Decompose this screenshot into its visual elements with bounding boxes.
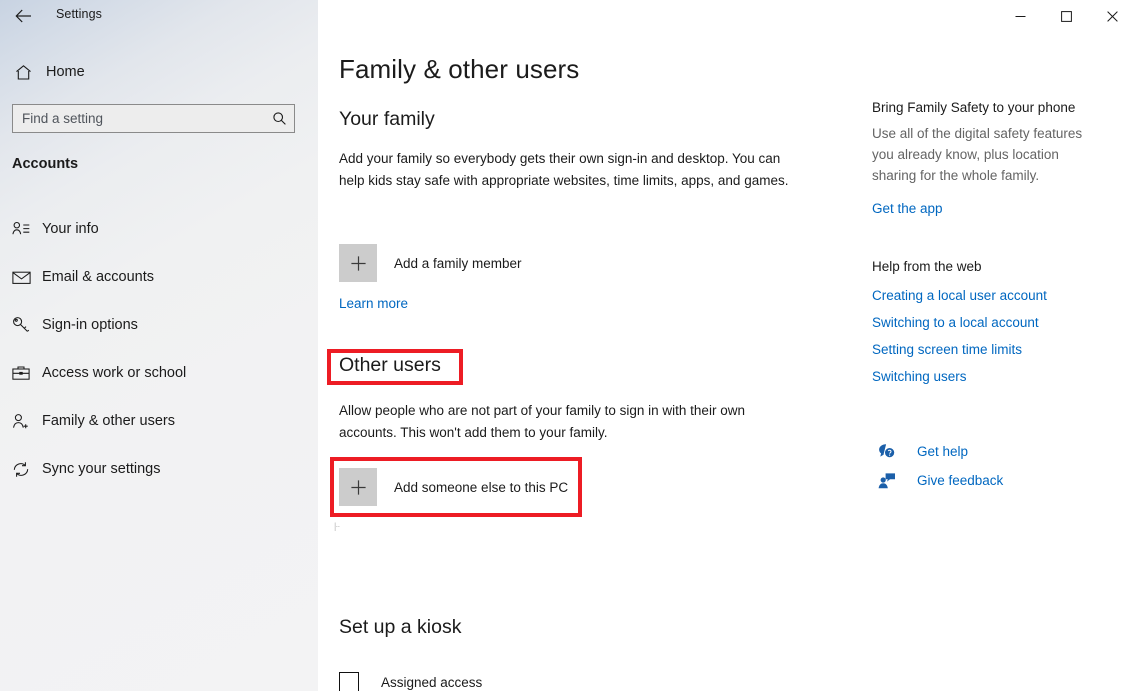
help-link[interactable]: Setting screen time limits xyxy=(872,336,1047,363)
your-family-description: Add your family so everybody gets their … xyxy=(339,151,789,188)
help-block: Help from the web Creating a local user … xyxy=(872,259,1047,390)
promo-heading: Bring Family Safety to your phone xyxy=(872,100,1076,115)
sidebar-item-label: Sync your settings xyxy=(42,461,161,477)
promo-body: Use all of the digital safety features y… xyxy=(872,126,1083,183)
sync-icon xyxy=(0,461,42,478)
help-bubble-icon xyxy=(872,443,902,460)
home-icon xyxy=(0,64,46,81)
give-feedback-row[interactable]: Give feedback xyxy=(872,466,1003,495)
plus-icon xyxy=(339,244,377,282)
sidebar-item-family-other-users[interactable]: Family & other users xyxy=(0,397,318,445)
learn-more-link[interactable]: Learn more xyxy=(339,296,408,311)
sidebar-item-label: Sign-in options xyxy=(42,317,138,333)
search-input[interactable] xyxy=(13,111,264,126)
promo-block: Bring Family Safety to your phone Use al… xyxy=(872,100,1098,222)
sidebar-item-email-accounts[interactable]: Email & accounts xyxy=(0,253,318,301)
person-list-icon xyxy=(0,221,42,237)
assigned-access-label: Assigned access xyxy=(381,674,483,690)
page-title: Family & other users xyxy=(339,54,580,84)
settings-window: Home Accounts xyxy=(0,0,1135,691)
help-link[interactable]: Switching users xyxy=(872,363,1047,390)
close-button[interactable] xyxy=(1089,0,1135,32)
minimize-button[interactable] xyxy=(997,0,1043,32)
help-link[interactable]: Creating a local user account xyxy=(872,282,1047,309)
add-family-member-button[interactable]: Add a family member xyxy=(339,244,522,282)
title-bar: Settings xyxy=(0,0,1135,32)
search-box[interactable] xyxy=(12,104,295,133)
sidebar-item-label: Email & accounts xyxy=(42,269,155,285)
get-help-label: Get help xyxy=(917,444,969,459)
help-link[interactable]: Switching to a local account xyxy=(872,309,1047,336)
sidebar-section-heading: Accounts xyxy=(12,156,79,172)
maximize-button[interactable] xyxy=(1043,0,1089,32)
get-the-app-link[interactable]: Get the app xyxy=(872,195,1098,222)
kiosk-heading: Set up a kiosk xyxy=(339,616,462,638)
sidebar-item-sign-in-options[interactable]: Sign-in options xyxy=(0,301,318,349)
sidebar-item-access-work-or-school[interactable]: Access work or school xyxy=(0,349,318,397)
sidebar-item-label: Family & other users xyxy=(42,413,175,429)
person-plus-icon xyxy=(0,413,42,430)
main-content: Family & other users Your family Add you… xyxy=(318,32,1135,691)
support-block: Get help Give feedback xyxy=(872,437,1003,495)
other-users-description: Allow people who are not part of your fa… xyxy=(339,403,745,440)
window-controls xyxy=(997,0,1135,32)
help-heading: Help from the web xyxy=(872,259,982,274)
your-family-heading: Your family xyxy=(339,108,435,130)
sidebar-item-label: Your info xyxy=(42,221,99,237)
search-icon[interactable] xyxy=(264,111,294,126)
sidebar-nav: Your info Email & accounts Sign-in optio… xyxy=(0,205,318,493)
key-icon xyxy=(0,316,42,334)
add-family-member-label: Add a family member xyxy=(394,255,522,271)
sidebar-item-your-info[interactable]: Your info xyxy=(0,205,318,253)
sidebar-home-label: Home xyxy=(46,64,85,80)
feedback-person-icon xyxy=(872,472,902,489)
add-someone-else-button[interactable]: Add someone else to this PC xyxy=(339,468,568,506)
assigned-access-checkbox[interactable] xyxy=(339,672,359,691)
sidebar-item-label: Access work or school xyxy=(42,365,187,381)
add-someone-else-label: Add someone else to this PC xyxy=(394,479,569,495)
briefcase-icon xyxy=(0,365,42,381)
plus-icon xyxy=(339,468,377,506)
help-links: Creating a local user account Switching … xyxy=(872,282,1047,390)
get-help-row[interactable]: Get help xyxy=(872,437,1003,466)
sidebar-item-sync-your-settings[interactable]: Sync your settings xyxy=(0,445,318,493)
other-users-heading: Other users xyxy=(339,354,441,376)
give-feedback-label: Give feedback xyxy=(917,473,1004,488)
assigned-access-row[interactable]: Assigned access xyxy=(339,672,482,691)
sidebar: Home Accounts xyxy=(0,0,318,691)
envelope-icon xyxy=(0,270,42,285)
text-caret-artifact: |·· xyxy=(334,521,340,531)
back-button[interactable] xyxy=(8,2,38,30)
app-title: Settings xyxy=(56,7,102,21)
sidebar-item-home[interactable]: Home xyxy=(0,57,318,87)
